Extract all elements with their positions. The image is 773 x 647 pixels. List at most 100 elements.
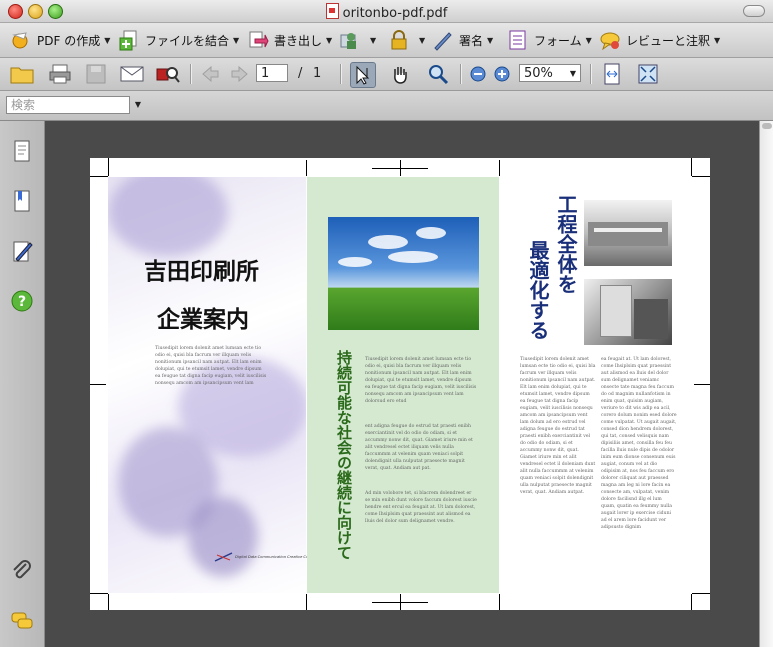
form-icon <box>509 30 526 50</box>
smoke-graphic <box>108 177 228 257</box>
smoke-graphic <box>188 497 258 577</box>
machine-stripe <box>594 228 662 232</box>
scrollbar-thumb[interactable] <box>762 123 772 129</box>
create-pdf-button[interactable]: PDF の作成 ▼ <box>10 27 110 53</box>
register-mark <box>694 384 710 385</box>
fold-mark <box>306 594 307 610</box>
chevron-down-icon: ▼ <box>569 69 576 78</box>
attachments-icon[interactable] <box>10 559 34 583</box>
cloud <box>416 227 446 239</box>
select-cursor-icon <box>356 65 370 85</box>
pdf-file-icon <box>325 3 339 19</box>
user-group-icon <box>340 33 356 49</box>
lock-icon <box>391 30 407 50</box>
review-comment-label: レビューと注釈 <box>626 33 711 48</box>
forms-button[interactable]: フォーム ▼ <box>507 27 592 53</box>
next-page-button[interactable] <box>228 62 252 86</box>
register-mark <box>400 594 401 610</box>
marquee-zoom-button[interactable] <box>426 62 450 86</box>
window-title: oritonbo-pdf.pdf <box>0 3 773 21</box>
svg-text:?: ? <box>18 294 26 310</box>
save-disk-icon <box>86 64 106 84</box>
toolbar-separator <box>340 64 342 84</box>
search-input[interactable]: 検索 ▼ <box>6 96 141 114</box>
sign-button[interactable]: 署名 ▼ <box>432 27 493 53</box>
task-toolbar: PDF の作成 ▼ ファイルを結合 ▼ 書き出し ▼ ▼ ▼ 署名 ▼ フォーム ▼ レビ… <box>0 23 773 58</box>
help-icon[interactable]: ? <box>10 289 34 313</box>
bookmarks-panel-icon[interactable] <box>10 189 34 213</box>
chevron-down-icon: ▼ <box>419 35 426 45</box>
save-button[interactable] <box>84 62 108 86</box>
toolbar-toggle-button[interactable] <box>743 5 765 17</box>
chevron-down-icon: ▼ <box>714 35 721 45</box>
lock-button[interactable]: ▼ <box>388 27 425 53</box>
chevron-down-icon[interactable]: ▼ <box>135 97 141 113</box>
middle-vertical-heading: 持続可能な社会の継続に向けて <box>335 350 353 560</box>
crop-mark <box>108 594 109 610</box>
middle-body-text-2: ent adigna feugue do estrud tat praesti … <box>365 424 473 471</box>
navigation-toolbar: 1 / 1 50% ▼ <box>0 58 773 91</box>
page-total: 1 <box>313 66 322 81</box>
export-button[interactable]: 書き出し ▼ <box>247 27 332 53</box>
arrow-left-icon <box>202 66 219 82</box>
crop-mark <box>692 593 710 594</box>
crop-mark <box>691 594 692 610</box>
zoom-out-button[interactable] <box>466 62 490 86</box>
right-vertical-heading-line1: 工程全体を <box>554 194 578 294</box>
printer-icon <box>49 64 71 84</box>
toolbar-separator <box>460 64 462 84</box>
hand-icon <box>394 67 407 84</box>
cloud <box>368 235 408 249</box>
full-screen-button[interactable] <box>636 62 660 86</box>
search-document-button[interactable] <box>156 62 180 86</box>
zoom-level-select[interactable]: 50% ▼ <box>519 64 581 82</box>
create-pdf-label: PDF の作成 <box>37 33 101 48</box>
create-pdf-icon <box>12 32 28 49</box>
export-label: 書き出し <box>274 33 323 48</box>
window-title-text: oritonbo-pdf.pdf <box>342 6 448 21</box>
zoom-marquee-icon <box>429 65 449 85</box>
press-machine-photo-1 <box>584 200 672 266</box>
review-comment-button[interactable]: レビューと注釈 ▼ <box>599 27 720 53</box>
forms-label: フォーム <box>534 33 582 48</box>
crop-mark <box>90 593 108 594</box>
search-bar: 検索 ▼ <box>0 91 773 121</box>
cover-title-line2: 企業案内 <box>157 306 249 333</box>
export-icon <box>249 31 269 48</box>
navigation-sidebar: ? <box>0 121 45 647</box>
chevron-down-icon: ▼ <box>585 35 592 45</box>
machine-body <box>588 222 668 246</box>
register-mark <box>400 160 401 176</box>
cloud <box>388 251 438 263</box>
zoom-in-button[interactable] <box>490 62 514 86</box>
select-tool-button[interactable] <box>350 62 376 88</box>
logo-text: Digital Data Communication Creative Cont… <box>235 555 317 559</box>
chevron-down-icon: ▼ <box>104 35 111 45</box>
machine-panel <box>600 285 632 337</box>
hand-tool-button[interactable] <box>388 62 412 86</box>
sky-field-photo <box>328 217 479 330</box>
vertical-scrollbar[interactable] <box>759 121 773 647</box>
email-button[interactable] <box>120 62 144 86</box>
middle-body-text-1: Tiusedipit lorem dolenit amet lumsan ect… <box>365 357 477 404</box>
pages-panel-icon[interactable] <box>10 139 34 163</box>
zoom-in-icon <box>494 66 510 82</box>
fit-width-button[interactable] <box>600 62 624 86</box>
chevron-down-icon: ▼ <box>487 35 494 45</box>
combine-files-button[interactable]: ファイルを結合 ▼ <box>118 27 239 53</box>
page-number-input[interactable]: 1 <box>256 64 288 82</box>
open-button[interactable] <box>10 62 34 86</box>
cover-body-text: Tiusedipit lorem dolenit amet lumsan ect… <box>155 346 267 386</box>
fold-mark <box>499 160 500 176</box>
print-button[interactable] <box>48 62 72 86</box>
secure-button[interactable]: ▼ <box>339 27 376 53</box>
logo-mark-icon <box>214 552 233 562</box>
company-logo: Digital Data Communication Creative Cont… <box>214 552 317 562</box>
zoom-level-value: 50% <box>524 66 553 81</box>
previous-page-button[interactable] <box>198 62 222 86</box>
comments-panel-icon[interactable] <box>10 609 34 633</box>
crop-mark <box>90 176 108 177</box>
signatures-panel-icon[interactable] <box>10 239 34 263</box>
title-bar: oritonbo-pdf.pdf <box>0 0 773 23</box>
crop-mark <box>108 158 109 176</box>
